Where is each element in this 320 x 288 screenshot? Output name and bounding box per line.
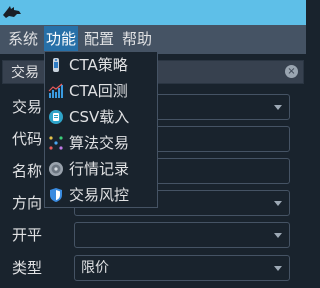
menu-item-algo-trading[interactable]: 算法交易 (45, 131, 157, 156)
csv-load-icon (49, 110, 63, 124)
order-type-label: 类型 (12, 259, 43, 277)
chevron-down-icon (274, 201, 282, 206)
chevron-down-icon (274, 266, 282, 271)
menu-bar: 系统 功能 配置 帮助 (0, 25, 306, 54)
risk-shield-icon (50, 188, 62, 202)
data-recorder-icon (49, 162, 63, 176)
chevron-down-icon (274, 105, 282, 110)
offset-label: 开平 (12, 226, 43, 244)
close-icon[interactable]: × (285, 65, 298, 78)
order-type-value: 限价 (81, 260, 109, 276)
offset-row: 开平 (0, 222, 306, 248)
menu-item-label: CTA策略 (69, 56, 128, 74)
offset-select[interactable] (74, 222, 290, 248)
menu-item-data-recorder[interactable]: 行情记录 (45, 157, 157, 182)
menu-config[interactable]: 配置 (82, 26, 116, 53)
menu-item-cta-strategy[interactable]: CTA策略 (45, 53, 157, 78)
menu-item-label: CSV载入 (69, 108, 130, 126)
direction-label: 方向 (12, 194, 43, 212)
menu-item-label: 算法交易 (69, 134, 130, 152)
menu-item-risk-control[interactable]: 交易风控 (45, 183, 157, 208)
order-type-row: 类型 限价 (0, 255, 306, 281)
menu-item-csv-load[interactable]: CSV载入 (45, 105, 157, 130)
exchange-label: 交易 (12, 98, 43, 116)
algo-trading-icon (49, 136, 63, 150)
symbol-label: 代码 (12, 130, 43, 148)
menu-item-cta-backtest[interactable]: CTA回测 (45, 79, 157, 104)
menu-item-label: CTA回测 (69, 82, 128, 100)
backtest-chart-icon (48, 83, 63, 98)
menu-system[interactable]: 系统 (6, 26, 40, 53)
window-titlebar[interactable] (0, 0, 306, 25)
order-type-select[interactable]: 限价 (74, 255, 290, 281)
wolf-logo-icon (3, 6, 21, 18)
menu-help[interactable]: 帮助 (120, 26, 154, 53)
menu-item-label: 行情记录 (69, 160, 130, 178)
chevron-down-icon (274, 233, 282, 238)
menu-item-label: 交易风控 (69, 186, 130, 204)
name-label: 名称 (12, 162, 43, 180)
cta-strategy-icon (53, 58, 59, 72)
menu-functions[interactable]: 功能 (44, 26, 79, 53)
function-menu-dropdown: CTA策略 CTA回测 CSV载入 算法交易 行情记录 交易风控 (44, 51, 158, 208)
dock-title: 交易 (11, 65, 39, 81)
